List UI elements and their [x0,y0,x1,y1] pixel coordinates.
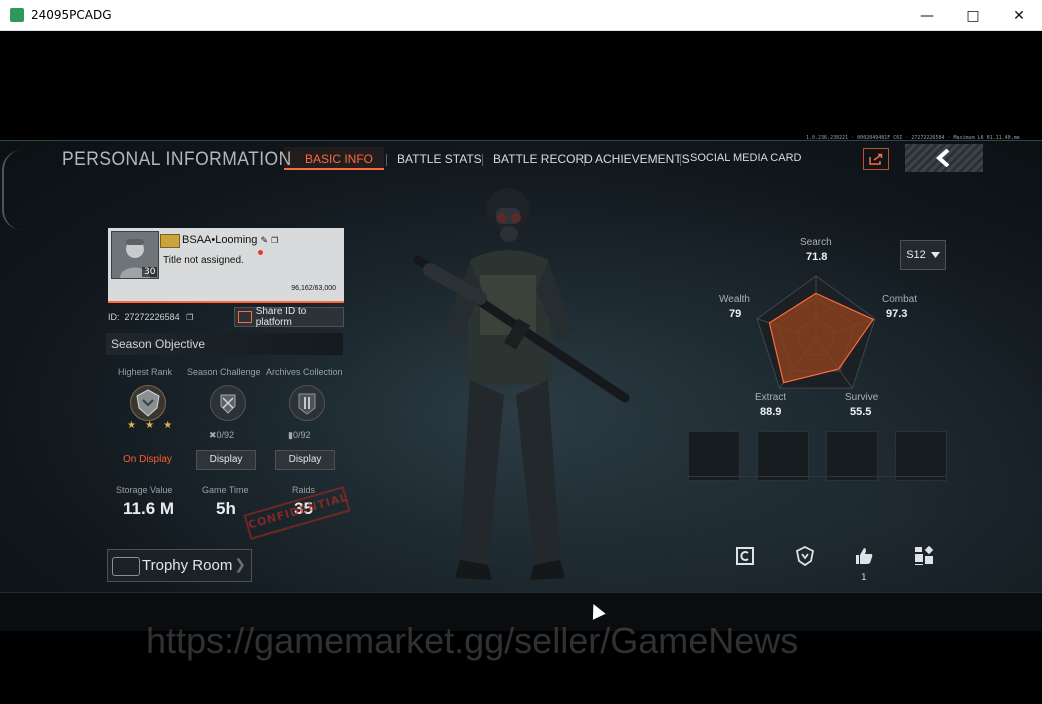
tab-social-media-card[interactable]: SOCIAL MEDIA CARD [690,152,801,164]
radar-label-combat: Combat [882,294,918,305]
radar-label-survive: Survive [845,392,879,403]
display-challenge-button[interactable]: Display [196,450,256,470]
maximize-button[interactable]: □ [950,0,996,31]
like-button[interactable] [853,545,875,567]
grid-icon [915,546,934,565]
copy-icon[interactable]: ❐ [271,236,278,245]
share-icon [869,153,883,165]
raids-label: Raids [292,485,316,495]
tab-achievements[interactable]: ACHIEVEMENTS [595,152,690,166]
emblem-button[interactable] [794,545,816,567]
archives-collection-icon[interactable] [289,385,325,421]
close-button[interactable]: ✕ [996,0,1042,31]
game-time-value: 5h [216,499,236,518]
radar-value-survive: 55.5 [850,406,872,418]
watermark-text: https://gamemarket.gg/seller/GameNews [146,620,799,661]
archives-collection-count: ▮0/92 [288,430,311,440]
back-button[interactable] [905,144,983,172]
share-id-button[interactable]: Share ID to platform [234,306,344,328]
season-objective-header: Season Objective [106,333,343,355]
soldier-character [413,188,630,580]
player-id: 27272226584 [124,312,180,322]
chevron-left-icon [935,149,950,167]
display-archives-button[interactable]: Display [275,450,335,470]
radar-value-search: 71.8 [806,251,828,263]
refresh-button[interactable] [734,545,756,567]
badge-slot-1[interactable] [688,431,740,481]
player-name: BSAA•Looming ✎ ❐ [182,234,279,246]
game-time-label: Game Time [202,485,249,495]
xp-counter: 96,162/63,000 [291,285,336,292]
avatar[interactable]: 30 [111,231,159,279]
season-challenge-icon[interactable] [210,385,246,421]
tab-battle-record[interactable]: BATTLE RECORD [493,152,593,166]
side-arc-decoration [2,150,26,230]
window-titlebar: 24095PCADG — □ ✕ [0,0,1042,31]
rank-badge-icon [160,234,180,248]
minimize-button[interactable]: — [904,0,950,31]
active-tab-underline [284,168,384,170]
app-icon [10,8,24,22]
radar-label-search: Search [800,237,832,248]
game-viewport: 1.0.236.238221 · 0002049481F C6I · 27272… [0,31,1042,704]
version-string: 1.0.236.238221 · 0002049481F C6I · 27272… [806,135,1020,141]
trophy-room-icon [112,557,140,576]
profile-card[interactable]: 30 BSAA•Looming ✎ ❐ Title not assigned. … [108,228,344,303]
edit-icon[interactable]: ✎ [260,235,268,245]
season-challenge-label: Season Challenge [187,367,261,377]
radar-label-wealth: Wealth [719,294,750,305]
badge-slot-3[interactable] [826,431,878,481]
shield-emblem-icon [795,545,815,567]
storage-value: 11.6 M [123,499,175,518]
radar-value-extract: 88.9 [760,406,782,418]
trophy-room-button[interactable]: Trophy Room ❯ [107,549,252,582]
page-title: PERSONAL INFORMATION [62,149,292,170]
player-id-row: ID: 27272226584 ❐ [108,312,194,322]
level-badge: 30 [142,267,158,277]
highest-rank-emblem-icon[interactable] [130,385,166,421]
tab-battle-stats[interactable]: BATTLE STATS [397,152,482,166]
on-display-status: On Display [123,454,172,465]
rank-stars: ★ ★ ★ [127,420,176,431]
tab-basic-info[interactable]: BASIC INFO [305,152,373,166]
share-button[interactable] [863,148,889,170]
storage-value-label: Storage Value [116,485,173,495]
chevron-down-icon [930,252,940,258]
personal-info-screen: 1.0.236.238221 · 0002049481F C6I · 27272… [0,135,1042,631]
highest-rank-label: Highest Rank [118,367,173,377]
window-title: 24095PCADG [31,8,112,22]
season-challenge-count: ✖0/92 [209,430,235,440]
radar-label-extract: Extract [755,392,787,403]
radar-value-wealth: 79 [729,308,742,320]
copy-id-icon[interactable]: ❐ [186,313,193,322]
like-count: 1 [861,573,867,583]
notification-dot [258,250,263,255]
share-icon [238,311,252,323]
xp-bar [108,301,344,303]
archives-collection-label: Archives Collection [266,367,343,377]
radar-value-combat: 97.3 [886,308,908,320]
badge-slot-4[interactable] [895,431,947,481]
player-title: Title not assigned. [163,255,244,266]
customize-button[interactable] [913,545,935,567]
badge-slot-2[interactable] [757,431,809,481]
refresh-icon [736,547,754,565]
season-select[interactable]: S12 [900,240,946,270]
chevron-right-icon: ❯ [234,557,246,573]
thumbs-up-icon [856,548,873,564]
